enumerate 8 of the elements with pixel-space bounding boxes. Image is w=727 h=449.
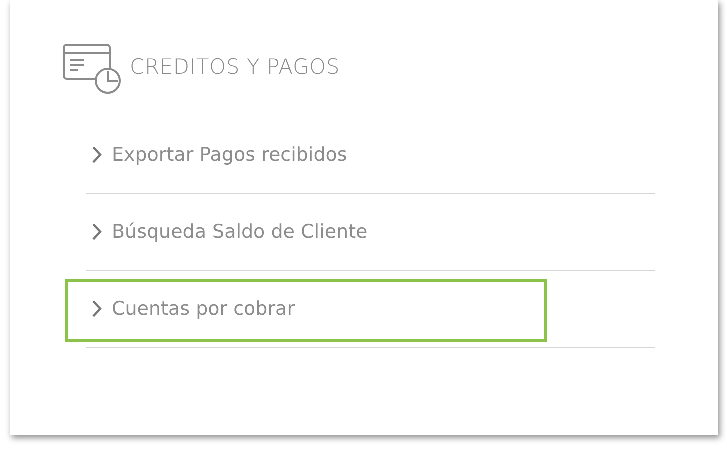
menu-link[interactable]: Búsqueda Saldo de Cliente: [112, 218, 368, 246]
section-title: CREDITOS Y PAGOS: [130, 54, 340, 82]
menu-link[interactable]: Exportar Pagos recibidos: [112, 140, 348, 170]
chevron-right-icon: [92, 223, 102, 241]
menu-link[interactable]: Cuentas por cobrar: [112, 294, 296, 324]
chevron-right-icon: [92, 146, 102, 164]
credit-card-clock-icon: [62, 41, 122, 95]
chevron-right-icon: [92, 300, 102, 318]
